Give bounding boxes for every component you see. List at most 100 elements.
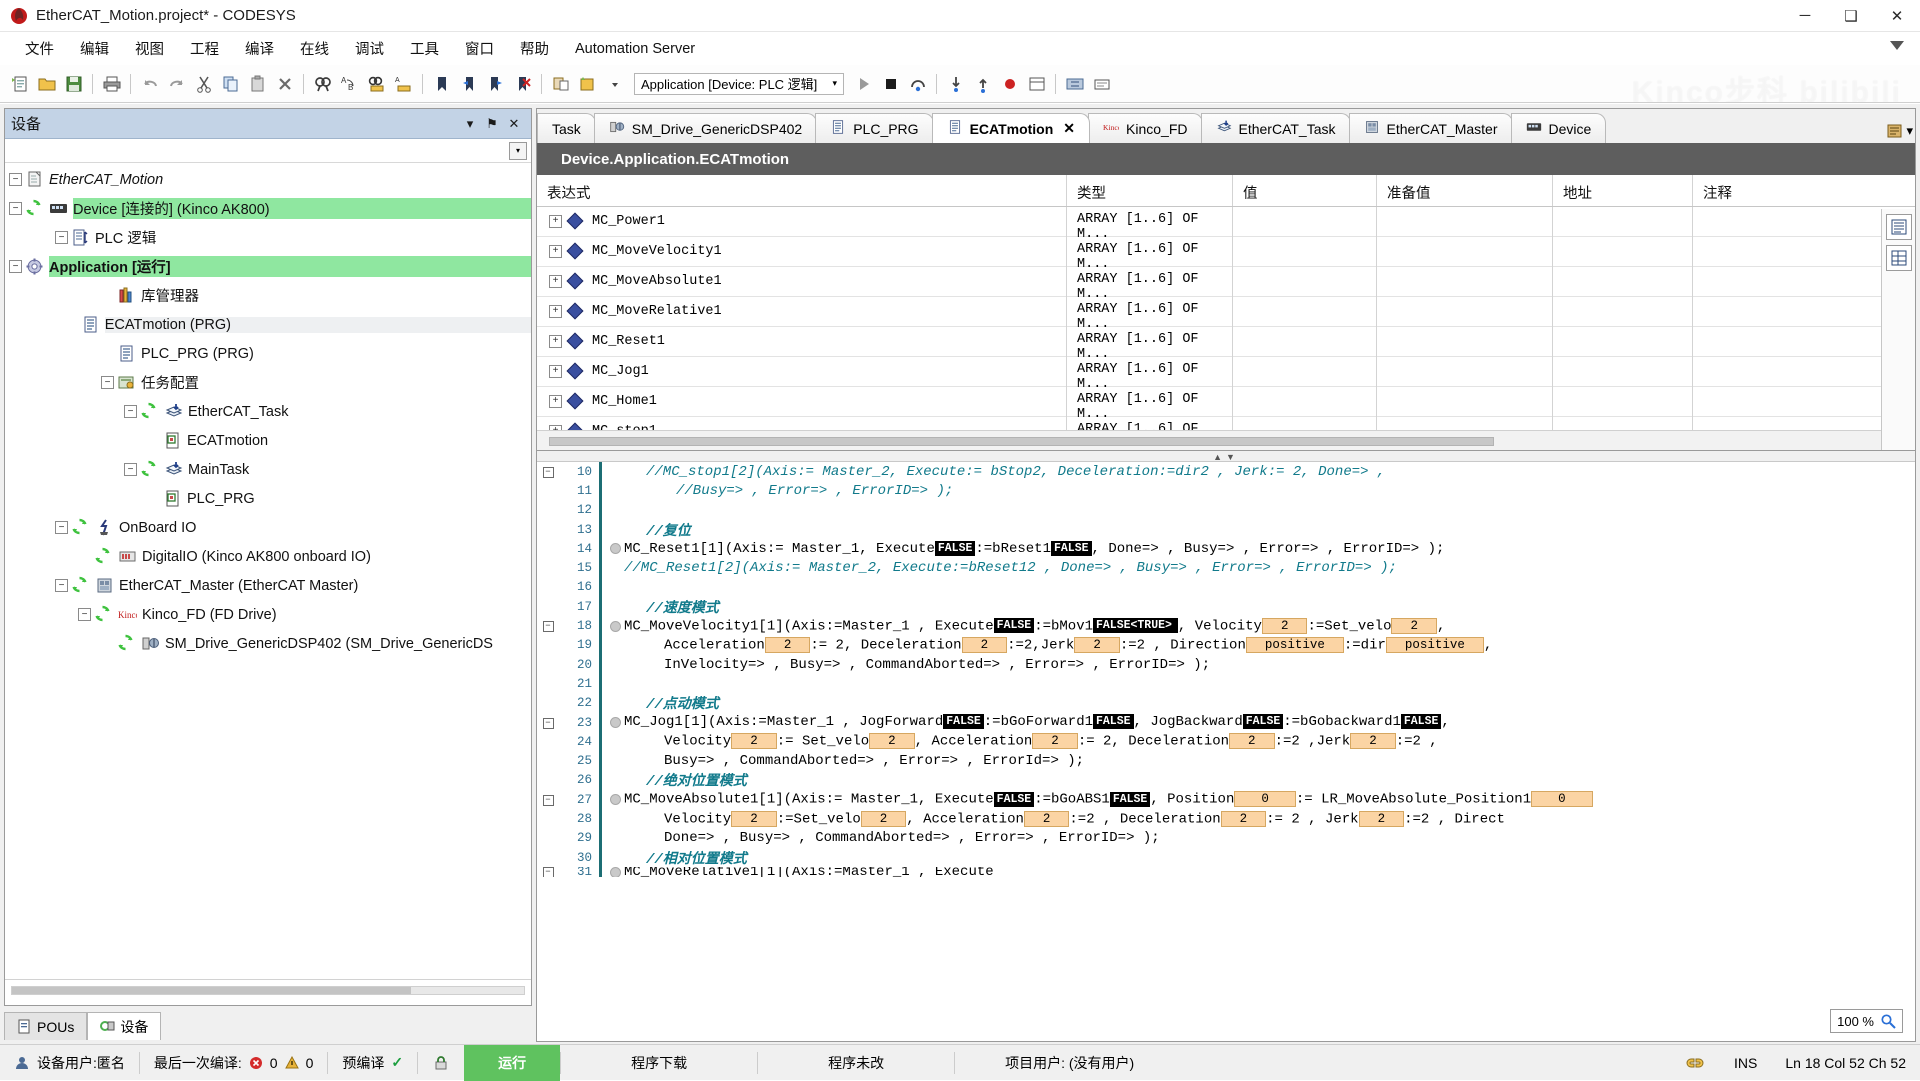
row-expander[interactable]: + [549,274,562,288]
monitor-cell-type[interactable]: ARRAY [1..6] OF M... [1067,386,1233,422]
tree-item-digitalio-kinco-ak800-onboard-io-[interactable]: DigitalIO (Kinco AK800 onboard IO) [5,542,531,571]
single-cycle-icon[interactable] [1089,71,1114,96]
monitor-cell-prepared[interactable] [1377,296,1553,327]
monitor-hscrollbar[interactable] [549,436,1494,446]
step-out-icon[interactable] [970,71,995,96]
monitor-row[interactable]: + MC_Reset1 ARRAY [1..6] OF M... [537,326,1915,362]
replace-in-project-icon[interactable]: A [391,71,416,96]
panel-close-icon[interactable]: ✕ [503,113,525,135]
tree-expander[interactable]: − [9,260,22,273]
stop-icon[interactable] [878,71,903,96]
code-line-16[interactable]: 16 [537,577,1915,598]
monitor-cell-type[interactable]: ARRAY [1..6] OF M... [1067,416,1233,430]
splitter-carets[interactable]: ▲▼ [1213,452,1239,462]
monitor-cell-expression[interactable]: +MC_stop1 [537,416,1067,430]
code-line-19[interactable]: 19 Acceleration 2:= 2, Deceleration 2:=2,J… [537,635,1915,655]
tree-item-ecatmotion[interactable]: ECATmotion [5,426,531,455]
editor-splitter[interactable]: ▲▼ [537,451,1915,462]
breakpoint-marker[interactable] [610,717,621,728]
inline-value-box[interactable]: FALSE [1051,540,1092,556]
zoom-indicator[interactable]: 100 % [1830,1009,1903,1033]
editor-tab-ethercat_master[interactable]: EtherCAT_Master [1348,113,1513,143]
fold-toggle[interactable]: − [537,867,559,878]
menu-item-view[interactable]: 视图 [122,35,177,62]
monitor-cell-value[interactable] [1233,416,1377,430]
inline-value-box[interactable]: FALSE [1400,714,1442,730]
save-icon[interactable] [61,71,86,96]
bookmark-icon[interactable] [429,71,454,96]
toggle-breakpoint-icon[interactable] [997,71,1022,96]
monitor-cell-comment[interactable] [1693,296,1873,326]
chevron-down-icon[interactable]: ▾ [1906,123,1913,139]
code-line-28[interactable]: 28 Velocity 2:=Set_velo 2, Acceleration 2:=… [537,809,1915,829]
inline-value-box[interactable]: FALSE [934,540,976,556]
tree-item-ethercat_master-ethercat-master-[interactable]: − EtherCAT_Master (EtherCAT Master) [5,571,531,600]
tab-devices[interactable]: 设备 [87,1012,162,1040]
monitor-cell-expression[interactable]: + MC_MoveVelocity1 [537,236,1067,267]
inline-value-box[interactable]: FALSE [1109,791,1151,807]
inline-value-box[interactable]: 2 [1220,810,1267,827]
inline-value-box[interactable]: 2 [731,810,777,827]
row-expander[interactable]: + [549,244,562,258]
monitor-cell-type[interactable]: ARRAY [1..6] OF M... [1067,356,1233,392]
tab-pous[interactable]: POUs [4,1012,88,1040]
monitor-cell-expression[interactable]: + MC_Reset1 [537,326,1067,357]
close-icon[interactable]: ✕ [1063,120,1075,137]
monitor-cell-address[interactable] [1553,296,1693,327]
tree-item-device-kinco-ak800-[interactable]: − Device [连接的] (Kinco AK800) [5,194,531,223]
editor-tab-ethercat_task[interactable]: EtherCAT_Task [1200,113,1351,143]
delete-icon[interactable] [272,71,297,96]
panel-pin-icon[interactable]: ⚑ [481,113,503,135]
inline-value-box[interactable]: 2 [961,636,1008,653]
menu-item-tools[interactable]: 工具 [397,35,452,62]
inline-value-box[interactable]: 2 [731,733,777,750]
fold-toggle[interactable]: − [537,794,559,806]
open-project-icon[interactable] [34,71,59,96]
watch-icon[interactable] [1024,71,1049,96]
fold-toggle[interactable]: − [537,620,559,633]
code-line-20[interactable]: 20 InVelocity=> , Busy=> , CommandAborte… [537,654,1915,675]
inline-value-box[interactable]: positive [1245,636,1344,653]
menu-item-help[interactable]: 帮助 [507,35,562,62]
fold-toggle[interactable]: − [537,466,559,478]
step-into-icon[interactable] [943,71,968,96]
monitor-cell-value[interactable] [1233,326,1377,357]
step-over-icon[interactable] [905,71,930,96]
monitor-cell-expression[interactable]: + MC_MoveAbsolute1 [537,266,1067,297]
replace-icon[interactable]: AB [337,71,362,96]
column-header-prepared[interactable]: 准备值 [1377,175,1553,206]
breakpoint-slot[interactable] [607,867,624,878]
monitor-cell-comment[interactable] [1693,326,1873,356]
cut-icon[interactable] [191,71,216,96]
editor-tab-device[interactable]: Device [1510,113,1607,143]
menu-item-window[interactable]: 窗口 [452,35,507,62]
breakpoint-marker[interactable] [610,867,621,878]
tree-item--[interactable]: − 任务配置 [5,368,531,397]
flow-control-icon[interactable] [1062,71,1087,96]
monitor-cell-comment[interactable] [1693,356,1873,386]
monitor-row[interactable]: + MC_Power1 ARRAY [1..6] OF M... [537,206,1915,242]
monitor-cell-value[interactable] [1233,236,1377,267]
inline-value-box[interactable]: 2 [869,733,915,750]
breakpoint-slot[interactable] [607,543,624,555]
breakpoint-marker[interactable] [610,543,621,555]
find-in-project-icon[interactable] [364,71,389,96]
monitor-cell-prepared[interactable] [1377,206,1553,237]
monitor-cell-comment[interactable] [1693,207,1873,237]
monitor-row[interactable]: +MC_stop1ARRAY [1..6] OF M... [537,416,1915,430]
tree-item-application-[interactable]: − Application [运行] [5,252,531,281]
tree-expander[interactable]: − [9,173,22,186]
close-button[interactable]: ✕ [1874,0,1920,32]
breakpoint-marker[interactable] [610,794,621,806]
monitor-cell-value[interactable] [1233,296,1377,327]
inline-value-box[interactable]: FALSE [943,714,984,730]
code-line-29[interactable]: 29 Done=> , Busy=> , CommandAborted=> , … [537,828,1915,848]
row-expander[interactable]: + [549,214,562,228]
breakpoint-marker[interactable] [610,620,621,632]
monitor-cell-comment[interactable] [1693,236,1873,266]
editor-tab-kinco_fd[interactable]: Kinco Kinco_FD [1088,113,1203,143]
inline-value-box[interactable]: 2 [1358,810,1405,827]
code-editor[interactable]: − 10 //MC_stop1[2](Axis:= Master_2, Exec… [537,462,1915,1041]
tree-item-ecatmotion-prg-[interactable]: ECATmotion (PRG) [5,310,531,339]
code-line-17[interactable]: 17 //速度模式 [537,597,1915,617]
